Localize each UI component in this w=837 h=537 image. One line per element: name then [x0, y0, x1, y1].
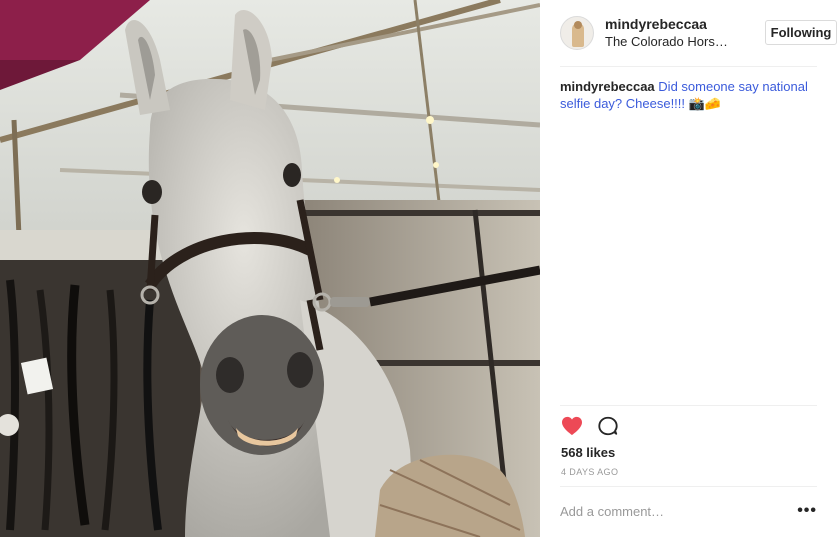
heart-icon[interactable] — [560, 414, 584, 438]
comment-row: ••• — [560, 496, 817, 526]
user-info: mindyrebeccaa The Colorado Hors… — [605, 16, 735, 50]
header-divider — [560, 66, 817, 67]
avatar-head — [574, 21, 582, 29]
post-sidebar: mindyrebeccaa The Colorado Hors… Followi… — [540, 0, 837, 537]
location-link[interactable]: The Colorado Hors… — [605, 33, 735, 50]
horse-photo-illustration — [0, 0, 540, 537]
caption-username-link[interactable]: mindyrebeccaa — [560, 79, 655, 94]
likes-count[interactable]: 568 likes — [561, 445, 615, 460]
more-options-icon[interactable]: ••• — [797, 503, 817, 519]
post-header: mindyrebeccaa The Colorado Hors… Followi… — [560, 0, 837, 66]
post-photo[interactable] — [0, 0, 540, 537]
comment-input[interactable] — [560, 503, 780, 519]
post-dialog: mindyrebeccaa The Colorado Hors… Followi… — [0, 0, 837, 537]
post-timestamp[interactable]: 4 DAYS AGO — [561, 467, 618, 477]
following-button[interactable]: Following — [765, 20, 837, 45]
post-actions — [560, 413, 632, 439]
comment-divider — [560, 486, 817, 487]
avatar[interactable] — [560, 16, 594, 50]
actions-divider — [560, 405, 817, 406]
post-caption: mindyrebeccaa Did someone say national s… — [560, 78, 817, 112]
username-link[interactable]: mindyrebeccaa — [605, 16, 735, 33]
comment-bubble-icon[interactable] — [596, 414, 620, 438]
